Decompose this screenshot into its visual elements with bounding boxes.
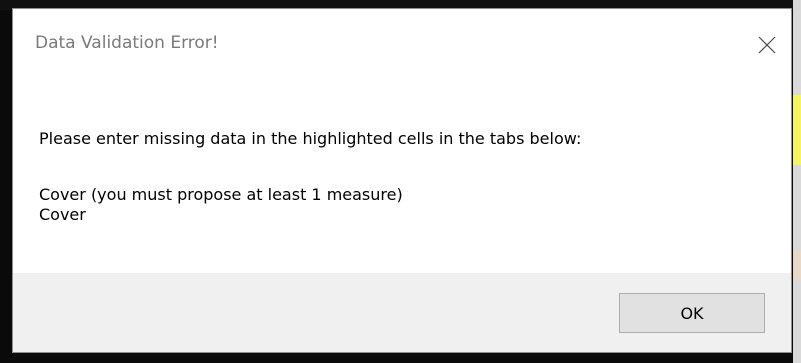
dialog-title: Data Validation Error!: [35, 33, 219, 53]
background-cell-edge: [793, 250, 801, 280]
close-button[interactable]: [747, 25, 787, 65]
background-spreadsheet-edge: [793, 0, 801, 363]
ok-button[interactable]: OK: [619, 293, 765, 333]
dialog-title-bar[interactable]: Data Validation Error!: [13, 9, 791, 81]
dialog-footer: OK: [13, 273, 791, 352]
dialog-message: Please enter missing data in the highlig…: [13, 81, 791, 269]
desktop-backdrop: Data Validation Error! Please enter miss…: [0, 0, 801, 363]
close-icon: [758, 36, 776, 54]
message-missing-item: Cover: [39, 205, 86, 224]
message-instruction: Please enter missing data in the highlig…: [39, 129, 582, 148]
validation-error-dialog: Data Validation Error! Please enter miss…: [12, 8, 792, 353]
highlighted-cell-edge: [793, 95, 801, 165]
message-missing-item: Cover (you must propose at least 1 measu…: [39, 185, 403, 204]
